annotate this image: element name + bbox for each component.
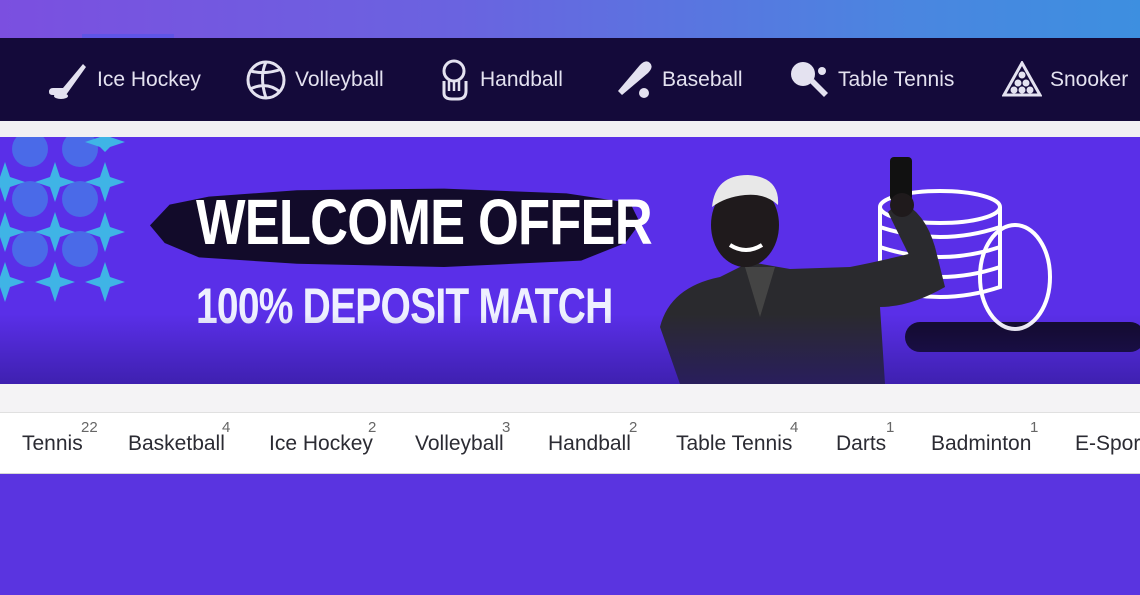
- nav-item-ice-hockey[interactable]: Ice Hockey: [47, 38, 201, 121]
- ping-pong-icon: [791, 61, 828, 97]
- sport-tab-label: Handball: [548, 432, 631, 455]
- nav-item-snooker[interactable]: Snooker: [1002, 38, 1128, 121]
- spacer: [0, 121, 1140, 137]
- nav-item-table-tennis[interactable]: Table Tennis: [788, 38, 954, 121]
- nav-item-label: Snooker: [1050, 67, 1129, 91]
- sport-tab-basketball[interactable]: Basketball 4: [128, 413, 230, 475]
- event-count-badge: 2: [368, 419, 377, 436]
- content-area: [0, 474, 1140, 595]
- nav-item-label: Handball: [480, 67, 563, 91]
- handball-icon: [442, 59, 468, 100]
- nav-item-label: Table Tennis: [838, 67, 955, 91]
- nav-item-baseball[interactable]: Baseball: [612, 38, 743, 121]
- sport-tab-label: E-Sport: [1075, 432, 1140, 455]
- sport-tab-badminton[interactable]: Badminton 1: [931, 413, 1038, 475]
- sport-tab-label: Tennis: [22, 432, 83, 455]
- spacer: [0, 384, 1140, 412]
- event-count-badge: 4: [790, 419, 799, 436]
- nav-item-volleyball[interactable]: Volleyball: [245, 38, 384, 121]
- sport-tab-label: Ice Hockey: [269, 432, 373, 455]
- baseball-bat-icon: [618, 60, 652, 98]
- top-gradient-bar: [0, 0, 1140, 38]
- event-count-badge: 1: [886, 419, 895, 436]
- sport-tab-handball[interactable]: Handball 2: [548, 413, 637, 475]
- sport-tab-ice-hockey[interactable]: Ice Hockey 2: [269, 413, 377, 475]
- sport-tab-label: Table Tennis: [676, 432, 793, 455]
- welcome-offer-banner[interactable]: WELCOME OFFER 100% DEPOSIT MATCH: [0, 137, 1140, 384]
- snooker-rack-icon: [1002, 60, 1042, 96]
- event-count-badge: 4: [222, 419, 231, 436]
- event-count-badge: 3: [502, 419, 511, 436]
- sport-tab-volleyball[interactable]: Volleyball 3: [415, 413, 510, 475]
- sports-tabs-bar: Tennis 22 Basketball 4 Ice Hockey 2 Voll…: [0, 412, 1140, 474]
- sport-tab-tennis[interactable]: Tennis 22: [22, 413, 98, 475]
- nav-item-label: Ice Hockey: [97, 67, 201, 91]
- volleyball-icon: [246, 60, 286, 99]
- hockey-stick-icon: [49, 63, 86, 99]
- nav-item-label: Baseball: [662, 67, 743, 91]
- sport-tab-table-tennis[interactable]: Table Tennis 4: [676, 413, 798, 475]
- banner-headline: WELCOME OFFER: [196, 186, 653, 258]
- sport-tab-label: Darts: [836, 432, 887, 455]
- event-count-badge: 2: [629, 419, 638, 436]
- nav-item-label: Volleyball: [295, 67, 384, 91]
- event-count-badge: 22: [81, 419, 98, 436]
- sport-tab-label: Badminton: [931, 432, 1032, 455]
- nav-item-handball[interactable]: Handball: [436, 38, 563, 121]
- sports-nav-bar: Ice Hockey Volleyball Handball Baseball …: [0, 34, 1140, 121]
- sport-tab-esport[interactable]: E-Sport: [1075, 413, 1140, 475]
- sport-tab-label: Basketball: [128, 432, 225, 455]
- star-pattern-decoration: [0, 137, 125, 302]
- sport-tab-label: Volleyball: [415, 432, 504, 455]
- banner-bottom-shade: [0, 314, 1140, 384]
- event-count-badge: 1: [1030, 419, 1039, 436]
- sport-tab-darts[interactable]: Darts 1: [836, 413, 894, 475]
